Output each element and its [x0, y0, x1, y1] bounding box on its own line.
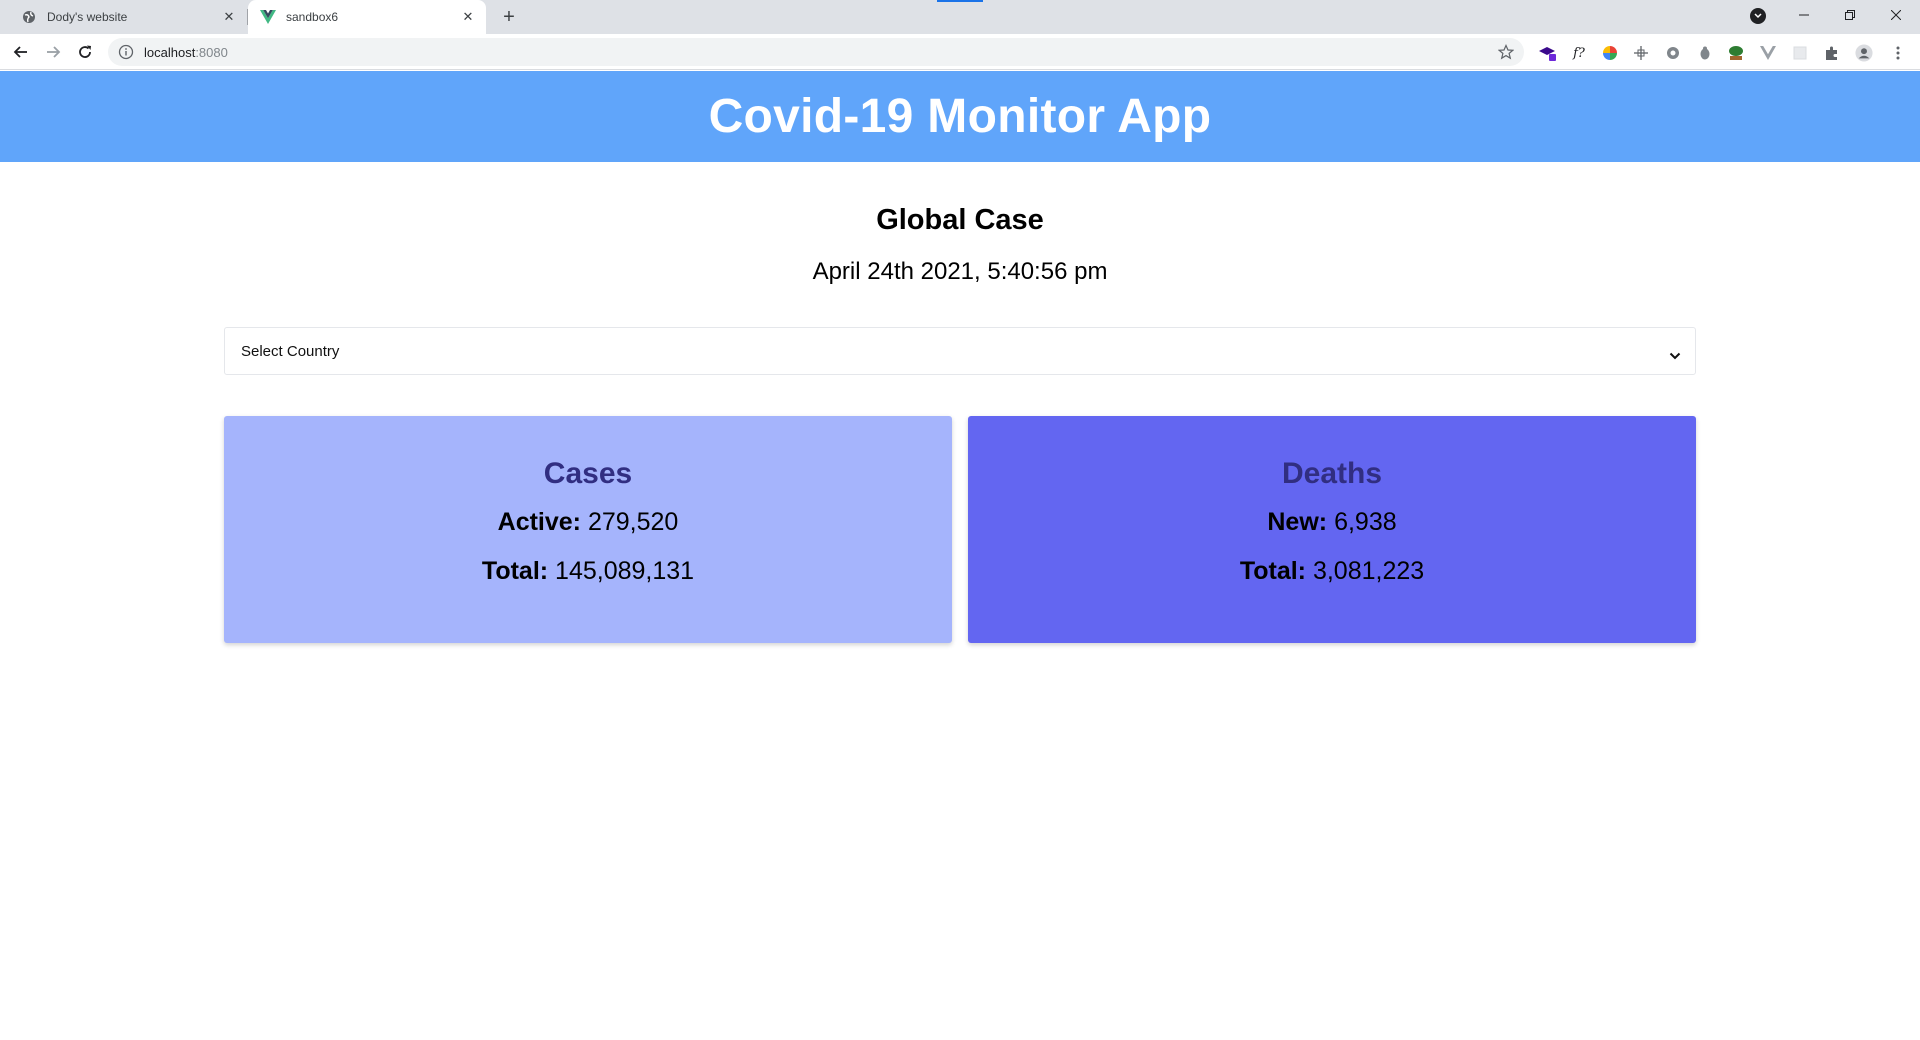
- extension-vue-devtools-icon[interactable]: [1759, 44, 1777, 62]
- new-deaths-stat: New: 6,938: [968, 508, 1696, 537]
- tab-sandbox6[interactable]: sandbox6 ✕: [248, 0, 486, 34]
- browser-menu-icon[interactable]: [1889, 44, 1907, 62]
- info-icon[interactable]: [118, 44, 134, 60]
- tab-title: sandbox6: [286, 10, 339, 24]
- stat-value: 6,938: [1334, 508, 1397, 536]
- close-icon[interactable]: ✕: [221, 9, 237, 25]
- total-deaths-stat: Total: 3,081,223: [968, 557, 1696, 586]
- cases-card-title: Cases: [543, 457, 633, 490]
- extensions-puzzle-icon[interactable]: [1823, 44, 1841, 62]
- extension-gear-icon[interactable]: [1664, 44, 1682, 62]
- tab-dodys-website[interactable]: Dody's website ✕: [9, 0, 247, 34]
- browser-tab-strip: Dody's website ✕ sandbox6 ✕ +: [0, 0, 1920, 34]
- chevron-down-icon: [1669, 347, 1681, 360]
- country-select[interactable]: Select Country: [224, 327, 1696, 375]
- extension-graduation-cap-icon[interactable]: [1538, 44, 1556, 62]
- back-arrow-icon[interactable]: [9, 40, 33, 64]
- extension-color-wheel-icon[interactable]: [1601, 44, 1619, 62]
- address-bar[interactable]: localhost:8080: [108, 38, 1524, 66]
- url-text: localhost:8080: [144, 45, 228, 60]
- extension-bug-icon[interactable]: [1696, 44, 1714, 62]
- restore-icon[interactable]: [1827, 0, 1873, 30]
- stat-label: Total:: [481, 557, 549, 585]
- profile-avatar-icon[interactable]: [1855, 44, 1873, 62]
- cases-card: Cases Active: 279,520 Total: 145,089,131: [224, 416, 952, 643]
- extension-tree-icon[interactable]: [1727, 44, 1745, 62]
- stat-label: New:: [1267, 508, 1328, 536]
- bookmark-star-icon[interactable]: [1497, 44, 1515, 60]
- window-close-icon[interactable]: [1873, 0, 1919, 30]
- app-header: Covid-19 Monitor App: [0, 71, 1920, 162]
- url-host: localhost: [144, 44, 196, 60]
- stat-value: 3,081,223: [1312, 557, 1425, 585]
- stat-value: 279,520: [587, 508, 679, 536]
- stat-value: 145,089,131: [555, 557, 695, 585]
- browser-toolbar: localhost:8080 f?: [0, 34, 1920, 70]
- stat-label: Total:: [1239, 557, 1306, 585]
- active-cases-stat: Active: 279,520: [224, 508, 952, 537]
- last-updated-date: April 24th 2021, 5:40:56 pm: [812, 258, 1108, 285]
- minimize-icon[interactable]: [1781, 0, 1827, 30]
- extension-formula-icon[interactable]: f?: [1570, 44, 1588, 62]
- total-cases-stat: Total: 145,089,131: [224, 557, 952, 586]
- tab-search-icon[interactable]: [1750, 8, 1766, 24]
- close-icon[interactable]: ✕: [460, 9, 476, 25]
- global-case-heading: Global Case: [876, 204, 1044, 236]
- stat-label: Active:: [497, 508, 582, 536]
- country-select-value: Select Country: [241, 342, 340, 360]
- globe-icon: [21, 9, 37, 25]
- new-tab-button[interactable]: +: [496, 5, 522, 29]
- extension-blank-icon[interactable]: [1791, 44, 1809, 62]
- tab-title: Dody's website: [47, 10, 128, 24]
- reload-icon[interactable]: [73, 40, 97, 64]
- forward-arrow-icon[interactable]: [41, 40, 65, 64]
- extension-move-icon[interactable]: [1632, 44, 1650, 62]
- vue-logo-icon: [260, 9, 276, 25]
- deaths-card-title: Deaths: [1281, 457, 1383, 490]
- app-title: Covid-19 Monitor App: [708, 90, 1212, 143]
- deaths-card: Deaths New: 6,938 Total: 3,081,223: [968, 416, 1696, 643]
- tab-strip-indicator: [937, 0, 983, 2]
- url-port: :8080: [195, 44, 228, 60]
